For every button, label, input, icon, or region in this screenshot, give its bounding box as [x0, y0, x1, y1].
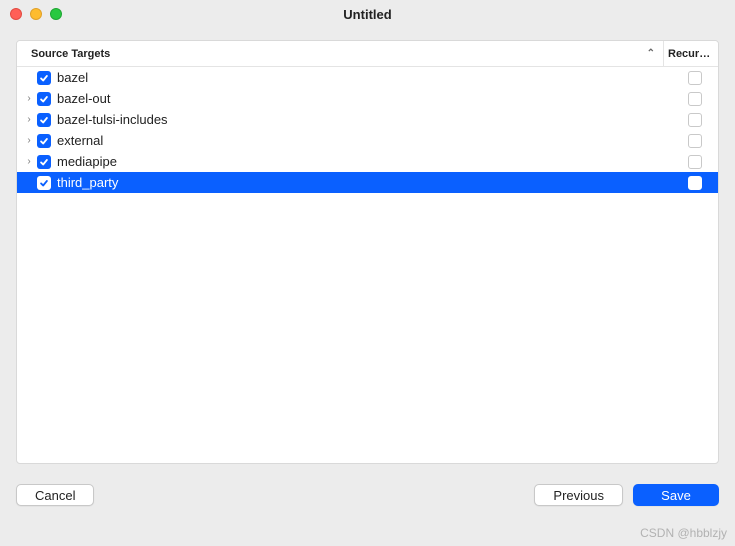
- save-button[interactable]: Save: [633, 484, 719, 506]
- recursive-cell: [678, 92, 718, 106]
- source-checkbox[interactable]: [37, 92, 51, 106]
- row-label: bazel-out: [57, 91, 678, 106]
- watermark: CSDN @hbblzjy: [640, 526, 727, 540]
- recursive-cell: [678, 71, 718, 85]
- disclosure-triangle-icon[interactable]: ›: [23, 93, 35, 104]
- source-checkbox[interactable]: [37, 113, 51, 127]
- source-checkbox[interactable]: [37, 71, 51, 85]
- source-checkbox[interactable]: [37, 134, 51, 148]
- recursive-checkbox[interactable]: [688, 134, 702, 148]
- sort-ascending-icon: ⌃: [647, 48, 663, 59]
- footer: Cancel Previous Save: [0, 464, 735, 526]
- row-label: bazel: [57, 70, 678, 85]
- previous-button[interactable]: Previous: [534, 484, 623, 506]
- table-row[interactable]: › external: [17, 130, 718, 151]
- recursive-checkbox[interactable]: [688, 176, 702, 190]
- table-row[interactable]: › mediapipe: [17, 151, 718, 172]
- row-label: third_party: [57, 175, 678, 190]
- recursive-cell: [678, 113, 718, 127]
- recursive-checkbox[interactable]: [688, 71, 702, 85]
- row-label: external: [57, 133, 678, 148]
- cancel-button[interactable]: Cancel: [16, 484, 94, 506]
- recursive-cell: [678, 134, 718, 148]
- table-header: Source Targets ⌃ Recursi…: [17, 41, 718, 67]
- source-checkbox[interactable]: [37, 155, 51, 169]
- disclosure-triangle-icon[interactable]: ›: [23, 156, 35, 167]
- content-area: Source Targets ⌃ Recursi… bazel › bazel-ou…: [0, 28, 735, 464]
- row-label: mediapipe: [57, 154, 678, 169]
- column-header-recursive[interactable]: Recursi…: [664, 48, 718, 60]
- recursive-checkbox[interactable]: [688, 155, 702, 169]
- row-label: bazel-tulsi-includes: [57, 112, 678, 127]
- recursive-cell: [678, 176, 718, 190]
- table-rows: bazel › bazel-out › bazel-tulsi-includes › ext…: [17, 67, 718, 463]
- table-row[interactable]: › bazel-out: [17, 88, 718, 109]
- recursive-cell: [678, 155, 718, 169]
- window-title: Untitled: [0, 7, 735, 22]
- titlebar: Untitled: [0, 0, 735, 28]
- disclosure-triangle-icon[interactable]: ›: [23, 135, 35, 146]
- recursive-checkbox[interactable]: [688, 113, 702, 127]
- table-row[interactable]: third_party: [17, 172, 718, 193]
- recursive-checkbox[interactable]: [688, 92, 702, 106]
- table-row[interactable]: › bazel-tulsi-includes: [17, 109, 718, 130]
- table-row[interactable]: bazel: [17, 67, 718, 88]
- source-targets-panel: Source Targets ⌃ Recursi… bazel › bazel-ou…: [16, 40, 719, 464]
- disclosure-triangle-icon[interactable]: ›: [23, 114, 35, 125]
- source-checkbox[interactable]: [37, 176, 51, 190]
- column-header-name[interactable]: Source Targets ⌃: [17, 41, 664, 66]
- column-header-name-label: Source Targets: [31, 48, 110, 60]
